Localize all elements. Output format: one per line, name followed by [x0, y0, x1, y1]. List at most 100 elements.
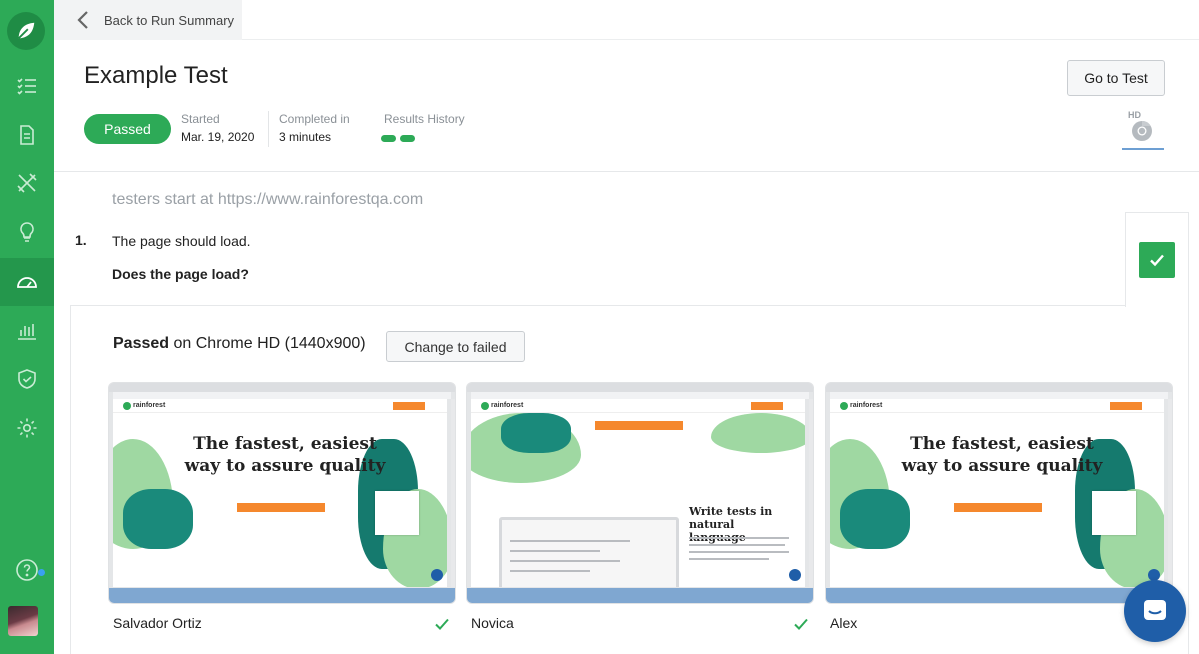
- site-cta-nav: [751, 402, 783, 410]
- shield-check-icon[interactable]: [0, 355, 54, 403]
- bar-chart-icon[interactable]: [0, 306, 54, 354]
- checkmark-icon: [1150, 254, 1164, 267]
- dashboard-icon[interactable]: [0, 258, 54, 306]
- result-summary: Passed on Chrome HD (1440x900): [113, 335, 366, 353]
- notification-dot: [38, 569, 45, 576]
- app-root: Back to Run Summary Example Test Go to T…: [0, 0, 1199, 654]
- chat-icon: [1144, 600, 1166, 620]
- text-line: [510, 550, 600, 552]
- scrollbar: [451, 399, 455, 587]
- screenshot-page: rainforest The fastest, easiest way to a…: [830, 399, 1164, 587]
- browser-underline: [1122, 148, 1164, 150]
- history-result-passed[interactable]: [381, 135, 396, 142]
- text-line: [689, 558, 769, 560]
- site-nav: rainforest: [113, 399, 447, 413]
- text-line: [689, 551, 789, 553]
- step-action: The page should load.: [112, 233, 251, 249]
- browser-tab-strip: [826, 383, 1172, 392]
- completed-label: Completed in: [279, 112, 350, 126]
- step-number: 1.: [75, 232, 87, 248]
- chevron-left-icon: [77, 11, 88, 29]
- history-result-passed[interactable]: [400, 135, 415, 142]
- tester-name: Alex: [830, 615, 858, 631]
- completed-value: 3 minutes: [279, 130, 332, 144]
- chat-launcher-icon: [789, 569, 801, 581]
- divider: [54, 171, 1199, 172]
- document-icon[interactable]: [0, 111, 54, 159]
- chat-launcher-button[interactable]: [1124, 580, 1186, 642]
- scrollbar: [1168, 399, 1172, 587]
- browser-tab-strip: [467, 383, 813, 392]
- text-line: [510, 570, 590, 572]
- checklist-icon[interactable]: [0, 62, 54, 110]
- text-line: [510, 540, 630, 542]
- site-logo-icon: [481, 402, 489, 410]
- tester-name: Salvador Ortiz: [113, 615, 202, 631]
- chat-widget: [375, 491, 419, 535]
- results-history-label: Results History: [384, 112, 465, 126]
- browser-url-bar: [113, 392, 451, 399]
- tester-name: Novica: [471, 615, 514, 631]
- divider: [268, 111, 269, 147]
- site-headline: The fastest, easiest way to assure quali…: [901, 434, 1103, 476]
- site-headline: The fastest, easiest way to assure quali…: [184, 434, 386, 476]
- go-to-test-button[interactable]: Go to Test: [1067, 60, 1165, 96]
- page-title: Example Test: [84, 62, 228, 89]
- os-taskbar: [109, 588, 455, 603]
- site-brand: rainforest: [133, 402, 166, 409]
- checkmark-icon: [794, 618, 808, 630]
- site-nav: rainforest: [830, 399, 1164, 413]
- leaf-logo-icon[interactable]: [7, 12, 45, 50]
- avatar[interactable]: [8, 606, 38, 636]
- tester-screenshot[interactable]: rainforest Write tests in natural langua…: [467, 383, 813, 603]
- site-nav: rainforest: [471, 399, 805, 413]
- browser-url-bar: [471, 392, 809, 399]
- leaf-illustration: [711, 413, 805, 453]
- screenshot-page: rainforest Write tests in natural langua…: [471, 399, 805, 587]
- site-logo-icon: [840, 402, 848, 410]
- os-taskbar: [467, 588, 813, 603]
- checkmark-icon: [435, 618, 449, 630]
- divider: [242, 39, 1199, 40]
- tools-icon[interactable]: [0, 159, 54, 207]
- step-passed-checkbox[interactable]: [1139, 242, 1175, 278]
- tester-screenshot[interactable]: rainforest The fastest, easiest way to a…: [826, 383, 1172, 603]
- text-line: [689, 544, 785, 546]
- help-icon[interactable]: [0, 546, 54, 594]
- site-brand: rainforest: [491, 402, 524, 409]
- browser-badge: HD: [1122, 110, 1164, 152]
- site-cta-button: [954, 503, 1042, 512]
- chat-launcher-icon: [431, 569, 443, 581]
- laptop-illustration: [499, 517, 679, 587]
- os-taskbar: [826, 588, 1172, 603]
- leaf-illustration: [840, 489, 910, 549]
- gear-icon[interactable]: [0, 404, 54, 452]
- text-line: [510, 560, 620, 562]
- site-brand: rainforest: [850, 402, 883, 409]
- lightbulb-icon[interactable]: [0, 208, 54, 256]
- browser-tab-strip: [109, 383, 455, 392]
- scrollbar: [809, 399, 813, 587]
- back-to-run-summary-link[interactable]: Back to Run Summary: [54, 0, 242, 40]
- sidebar: [0, 0, 54, 654]
- site-cta-nav: [1110, 402, 1142, 410]
- tester-screenshot[interactable]: rainforest The fastest, easiest way to a…: [109, 383, 455, 603]
- site-cta-button: [237, 503, 325, 512]
- result-environment: on Chrome HD (1440x900): [173, 335, 366, 352]
- site-cta-button: [595, 421, 683, 430]
- chat-widget: [1092, 491, 1136, 535]
- site-cta-nav: [393, 402, 425, 410]
- result-status-word: Passed: [113, 335, 170, 352]
- leaf-illustration: [501, 413, 571, 453]
- back-link-label: Back to Run Summary: [104, 12, 235, 28]
- started-value: Mar. 19, 2020: [181, 130, 255, 144]
- change-to-failed-button[interactable]: Change to failed: [386, 331, 525, 362]
- step-question: Does the page load?: [112, 266, 249, 282]
- status-badge: Passed: [84, 114, 171, 144]
- leaf-illustration: [123, 489, 193, 549]
- screenshot-page: rainforest The fastest, easiest way to a…: [113, 399, 447, 587]
- browser-url-bar: [830, 392, 1168, 399]
- site-logo-icon: [123, 402, 131, 410]
- chrome-icon: [1132, 120, 1152, 141]
- text-line: [689, 537, 789, 539]
